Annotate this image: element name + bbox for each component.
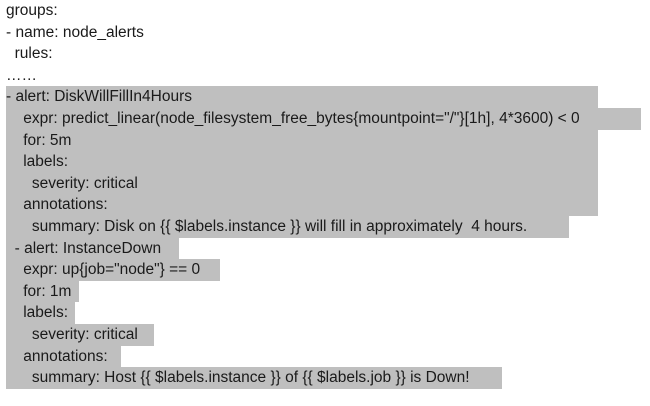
line-annotations-2: annotations: xyxy=(6,345,121,368)
line-rules: rules: xyxy=(6,45,53,63)
line-alert-instance: - alert: InstanceDown xyxy=(6,237,179,260)
line-expr-disk: expr: predict_linear(node_filesystem_fre… xyxy=(6,108,641,130)
line-name: - name: node_alerts xyxy=(6,23,144,41)
line-for-5m: for: 5m xyxy=(6,129,598,152)
line-annotations-1: annotations: xyxy=(6,194,598,216)
line-expr-instance: expr: up{job="node"} == 0 xyxy=(6,259,220,281)
line-severity-2: severity: critical xyxy=(6,324,154,346)
line-alert-disk: - alert: DiskWillFillIn4Hours xyxy=(6,86,598,108)
line-ellipsis: …… xyxy=(6,66,37,84)
line-labels-1: labels: xyxy=(6,151,598,173)
line-labels-2: labels: xyxy=(6,302,75,324)
line-summary-disk: summary: Disk on {{ $labels.instance }} … xyxy=(6,216,569,238)
line-for-1m: for: 1m xyxy=(6,280,79,303)
line-summary-instance: summary: Host {{ $labels.instance }} of … xyxy=(6,367,502,389)
line-severity-1: severity: critical xyxy=(6,172,598,195)
line-groups: groups: xyxy=(6,2,58,19)
